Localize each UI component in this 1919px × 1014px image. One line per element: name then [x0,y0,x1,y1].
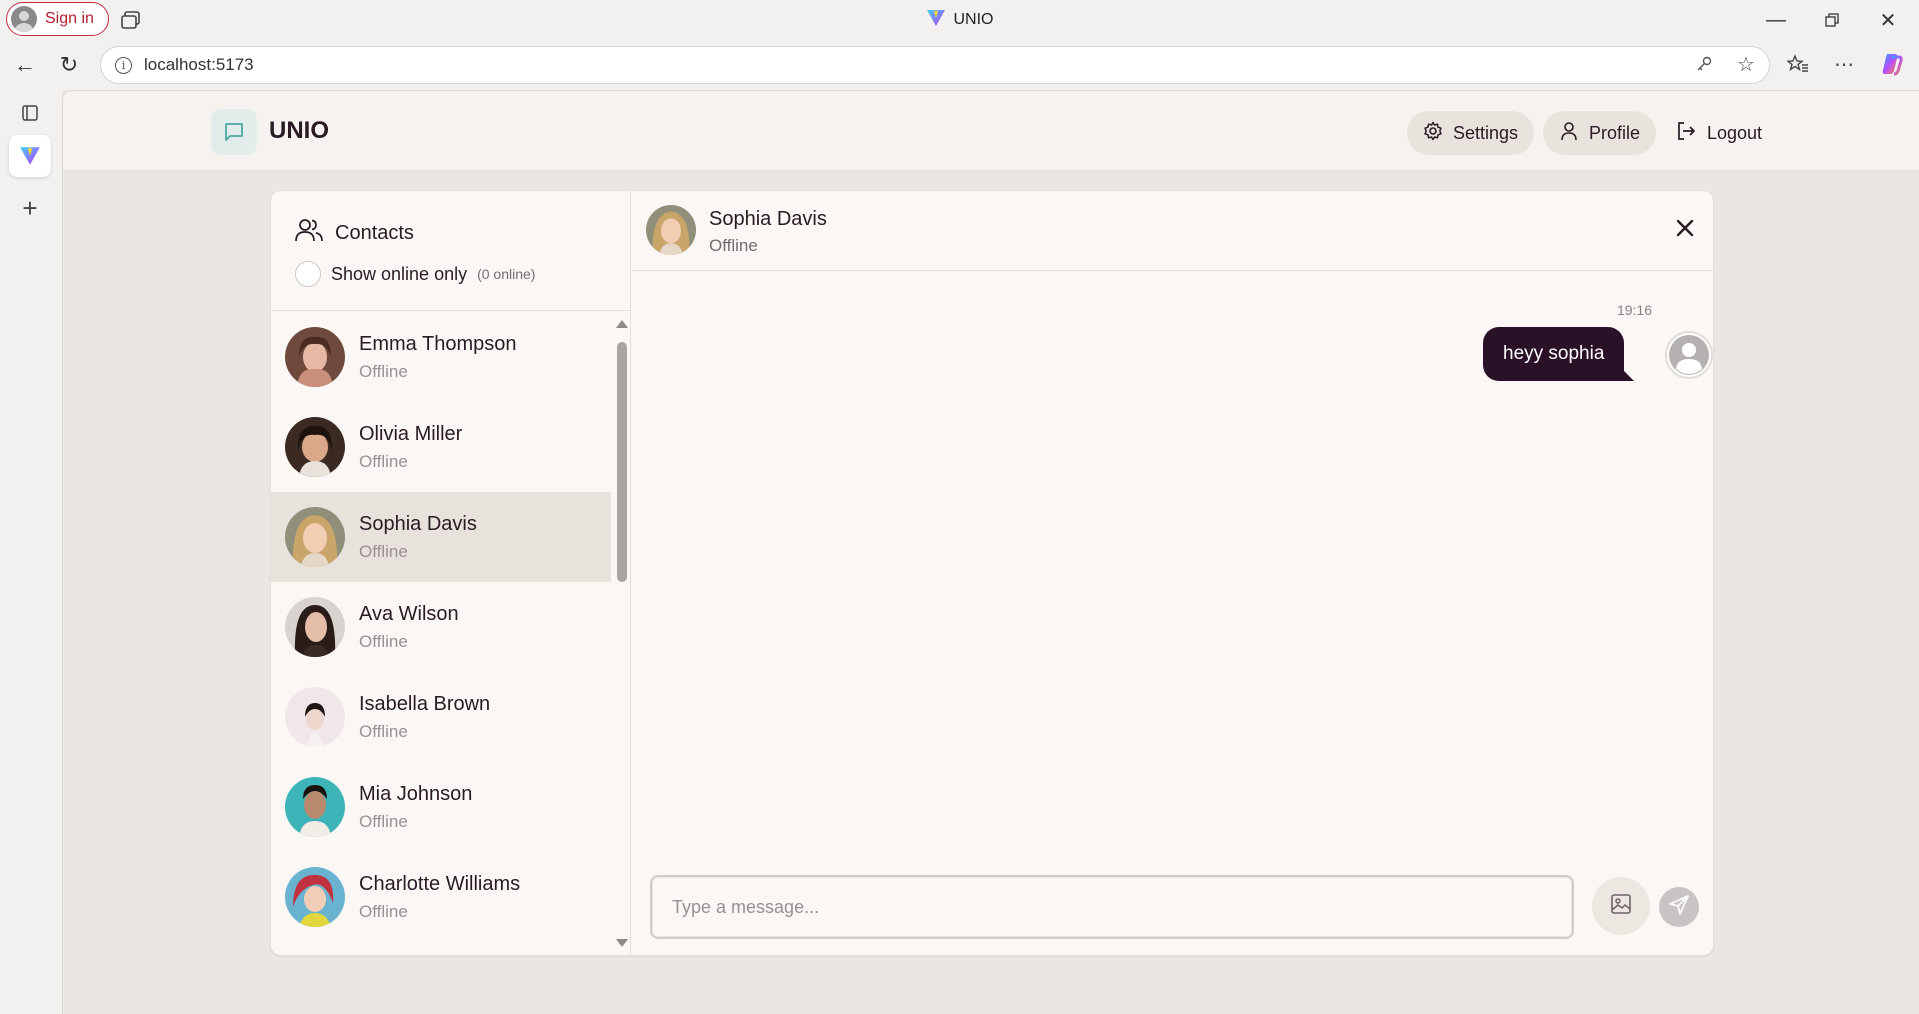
contact-name: Sophia Davis [359,512,477,535]
online-count: (0 online) [477,266,536,282]
star-icon[interactable]: ☆ [1730,48,1762,80]
users-icon [295,217,323,249]
logout-button[interactable]: Logout [1659,111,1778,155]
online-filter: Show online only (0 online) [295,261,535,287]
profile-label: Profile [1589,122,1641,143]
message-bubble: heyy sophia [1483,327,1635,381]
contact-status: Offline [359,901,408,921]
scroll-down-arrow-icon[interactable] [616,939,628,947]
contact-name: Ava Wilson [359,602,459,625]
contact-name: Emma Thompson [359,332,517,355]
brand-name[interactable]: UNIO [269,117,329,145]
browser-toolbar: ← ↻ i localhost:5173 ☆ ⋯ [0,40,1919,90]
chat-header: Sophia Davis Offline [632,191,1713,271]
contact-status: Offline [359,721,408,741]
contact-list: Emma Thompson Offline Olivia Miller Offl… [271,312,611,955]
more-icon[interactable]: ⋯ [1828,48,1860,80]
contact-item[interactable]: Olivia Miller Offline [271,402,611,492]
contacts-header: Contacts Show online only (0 online) [271,191,631,311]
contact-status: Offline [359,451,408,471]
contact-item[interactable]: Emma Thompson Offline [271,312,611,402]
message-input[interactable]: Type a message... [650,875,1574,939]
reload-icon[interactable]: ↻ [52,48,86,82]
contact-name: Olivia Miller [359,422,463,445]
contacts-title: Contacts [295,217,414,249]
avatar [285,507,345,567]
scroll-up-arrow-icon[interactable] [616,320,628,328]
contact-item[interactable]: Charlotte Williams Offline [271,852,611,942]
message-input-placeholder: Type a message... [672,896,820,917]
chat-panel: Contacts Show online only (0 online) Emm… [271,191,1713,955]
restore-icon[interactable] [1804,4,1860,36]
address-bar[interactable]: i localhost:5173 [100,46,1770,84]
minimize-icon[interactable]: — [1748,4,1804,36]
scroll-thumb[interactable] [617,342,627,582]
user-icon [1559,121,1579,146]
vertical-tabs-icon[interactable] [9,92,51,134]
contact-status: Offline [359,811,408,831]
image-icon [1609,892,1633,921]
back-icon[interactable]: ← [8,48,42,82]
chat-contact-status: Offline [709,236,758,255]
app-root: UNIO Settings Profile Logout Contacts Sh… [62,90,1919,1014]
vite-tab[interactable] [9,135,51,177]
avatar [646,205,696,255]
contact-status: Offline [359,631,408,651]
contact-name: Charlotte Williams [359,872,521,895]
avatar [285,597,345,657]
online-filter-label[interactable]: Show online only [331,264,467,285]
browser-titlebar: Sign in UNIO — ✕ [0,0,1919,40]
url-text: localhost:5173 [144,55,254,74]
avatar [285,687,345,747]
settings-label: Settings [1453,122,1519,143]
new-tab-icon[interactable]: + [9,187,51,229]
contact-name: Mia Johnson [359,782,473,805]
avatar [285,417,345,477]
send-button[interactable] [1659,887,1699,927]
contacts-title-text: Contacts [335,221,414,244]
chat-logo-icon[interactable] [211,109,257,155]
gear-icon [1423,121,1443,146]
contacts-sidebar: Contacts Show online only (0 online) Emm… [271,191,631,955]
info-icon[interactable]: i [115,56,132,74]
window-title-text: UNIO [953,11,994,28]
online-only-checkbox[interactable] [295,261,321,287]
avatar [285,327,345,387]
message-timestamp: 19:16 [1616,302,1652,318]
contact-item[interactable]: Mia Johnson Offline [271,762,611,852]
contact-item-selected[interactable]: Sophia Davis Offline [271,492,611,582]
contact-item[interactable]: Ava Wilson Offline [271,582,611,672]
chat-contact-name: Sophia Davis [709,208,827,230]
close-icon[interactable]: ✕ [1860,4,1916,36]
close-icon [1675,218,1695,243]
close-chat-button[interactable] [1668,213,1702,247]
contact-status: Offline [359,361,408,381]
vite-icon [926,9,946,27]
contact-item[interactable]: Isabella Brown Offline [271,672,611,762]
key-icon[interactable] [1688,48,1720,80]
vertical-tab-strip: + [0,90,62,1014]
favorites-icon[interactable] [1782,48,1814,80]
send-icon [1668,894,1690,921]
contacts-scrollbar[interactable] [611,312,631,955]
contact-status: Offline [359,541,408,561]
avatar [285,777,345,837]
avatar [285,867,345,927]
attach-image-button[interactable] [1592,877,1650,935]
settings-button[interactable]: Settings [1407,111,1535,155]
logout-label: Logout [1707,122,1763,143]
app-header: UNIO Settings Profile Logout [63,91,1919,171]
profile-button[interactable]: Profile [1543,111,1657,155]
chat-area: Sophia Davis Offline 19:16 heyy sophia T… [632,191,1713,955]
avatar [1665,331,1713,379]
contact-name: Isabella Brown [359,692,491,715]
window-title: UNIO [0,9,1919,29]
logout-icon [1675,120,1697,147]
copilot-icon[interactable] [1876,48,1908,80]
